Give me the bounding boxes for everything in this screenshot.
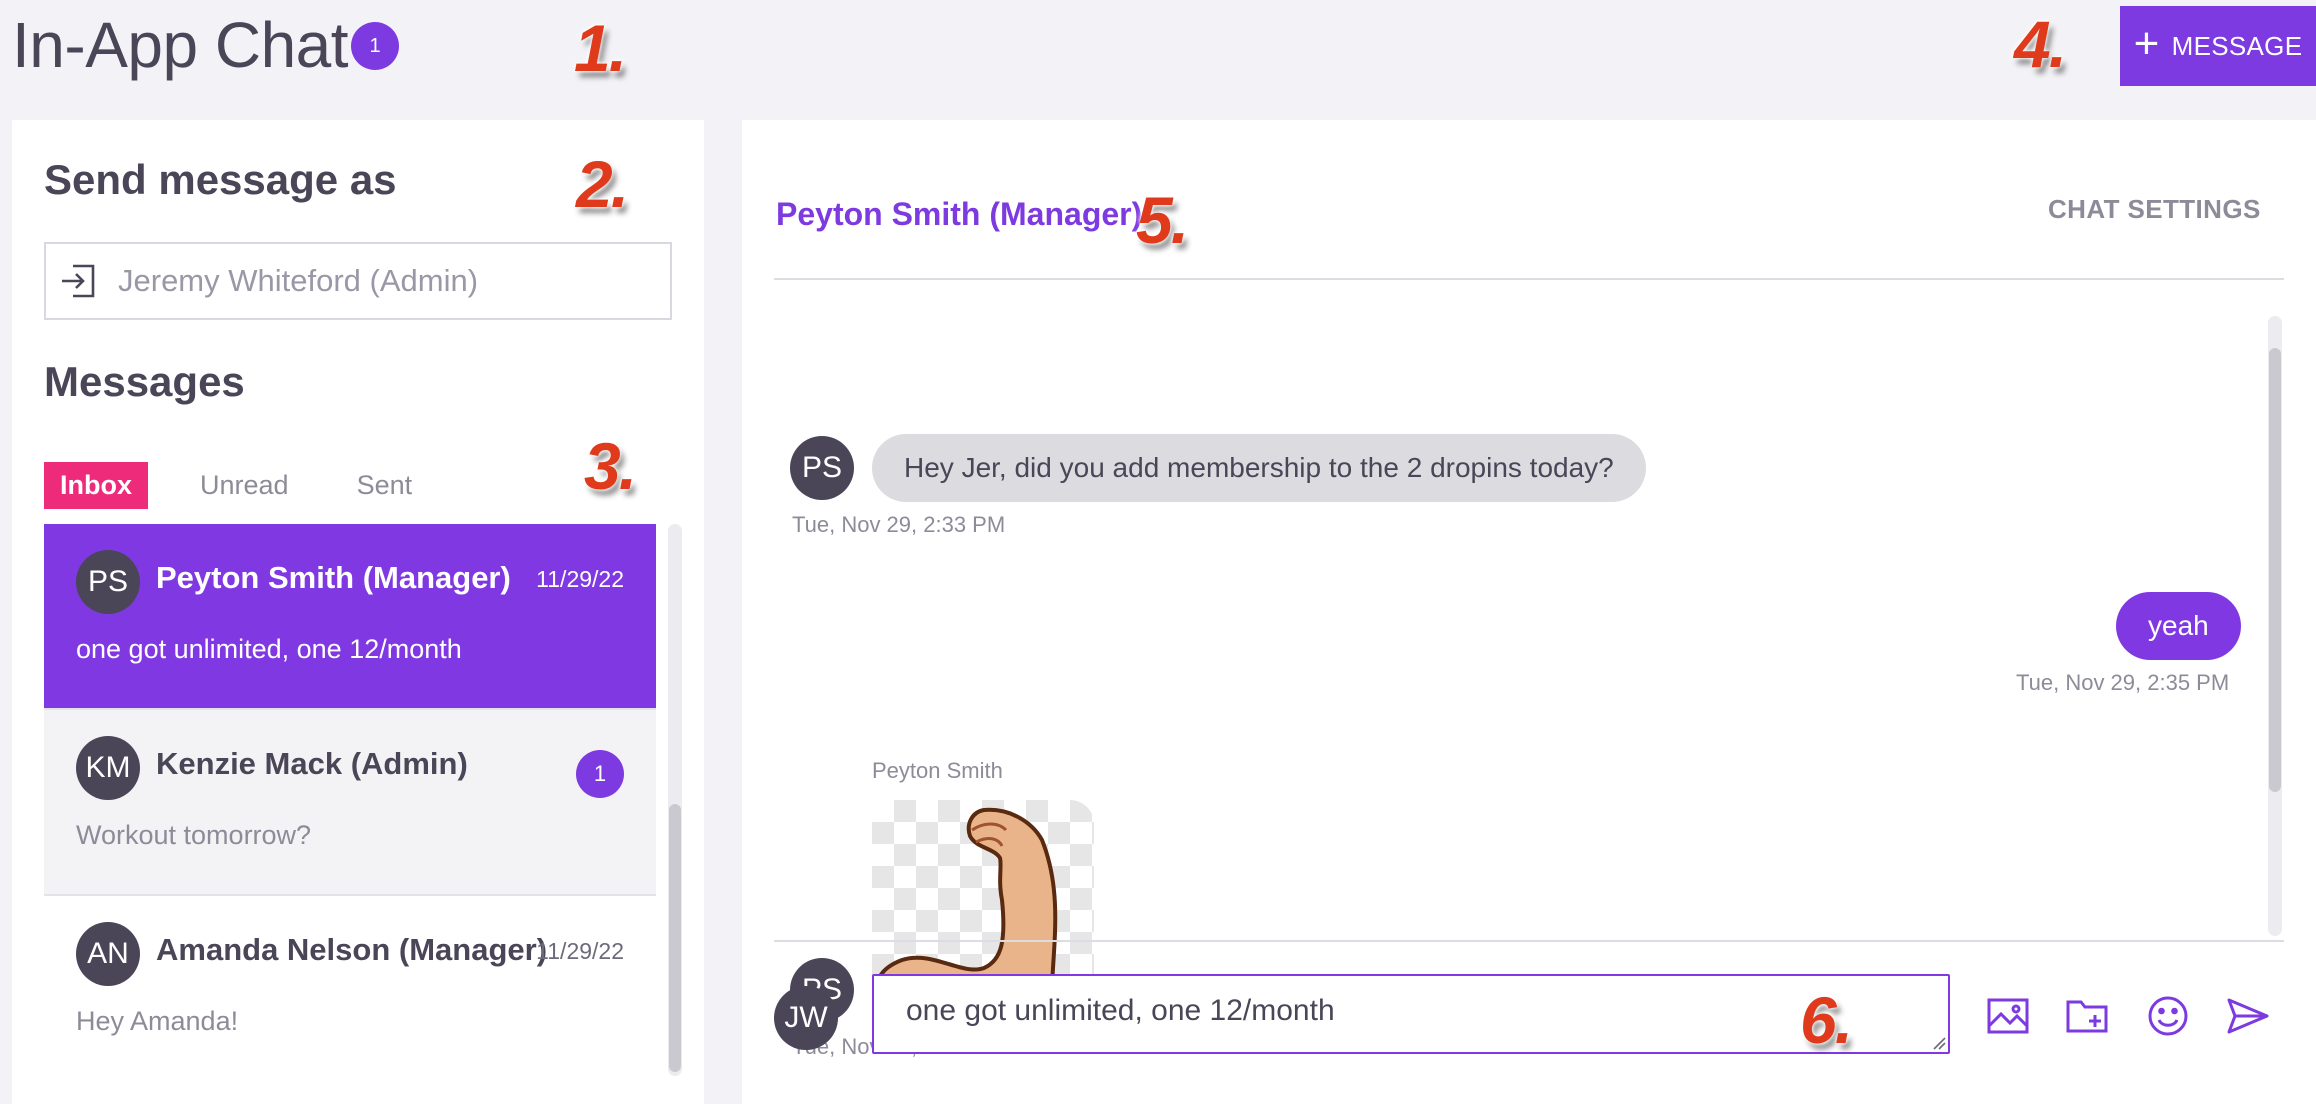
avatar: AN (76, 922, 140, 986)
conversation-date: 11/29/22 (536, 566, 624, 592)
scrollbar-thumb[interactable] (669, 804, 681, 1072)
send-as-value: Jeremy Whiteford (Admin) (118, 263, 479, 298)
tab-unread[interactable]: Unread (184, 462, 305, 509)
message-bubble: yeah (2116, 592, 2241, 660)
annotation-marker: 1. (574, 11, 627, 85)
avatar: PS (76, 550, 140, 614)
scrollbar-thumb[interactable] (2269, 348, 2281, 792)
new-message-label: MESSAGE (2171, 30, 2303, 61)
send-as-heading: Send message as (44, 156, 397, 203)
avatar: JW (774, 986, 838, 1050)
message-thread: PS Hey Jer, did you add membership to th… (774, 280, 2284, 1060)
send-as-selector[interactable]: Jeremy Whiteford (Admin) (44, 242, 672, 320)
notification-badge: 1 (351, 22, 399, 70)
chat-contact-name[interactable]: Peyton Smith (Manager) (776, 196, 1142, 233)
message-timestamp: Tue, Nov 29, 2:33 PM (792, 512, 1006, 537)
folder-add-icon[interactable] (2064, 992, 2112, 1040)
page-title: In-App Chat (12, 9, 349, 81)
divider (774, 940, 2284, 942)
new-message-button[interactable]: + MESSAGE (2120, 6, 2316, 86)
conversation-date: 11/29/22 (536, 938, 624, 964)
resize-grip-icon[interactable] (1932, 1036, 1946, 1050)
conversation-preview: Workout tomorrow? (76, 820, 312, 850)
conversation-preview: one got unlimited, one 12/month (76, 634, 462, 664)
conversation-list: PS Peyton Smith (Manager) 11/29/22 one g… (44, 524, 656, 1076)
conversation-name: Kenzie Mack (Admin) (156, 746, 468, 781)
avatar: PS (790, 436, 854, 500)
tab-inbox[interactable]: Inbox (44, 462, 148, 509)
conversation-item[interactable]: AN Amanda Nelson (Manager) 11/29/22 Hey … (44, 896, 656, 1076)
send-icon[interactable] (2224, 992, 2272, 1040)
chat-settings-button[interactable]: CHAT SETTINGS (2048, 194, 2261, 225)
annotation-marker: 2. (576, 147, 629, 221)
conversation-item[interactable]: KM Kenzie Mack (Admin) 1 Workout tomorro… (44, 710, 656, 896)
annotation-marker: 4. (2014, 7, 2067, 81)
annotation-marker: 5. (1136, 183, 1189, 257)
tab-sent[interactable]: Sent (341, 462, 429, 509)
chat-panel: Peyton Smith (Manager) CHAT SETTINGS PS … (742, 120, 2316, 1104)
messages-heading: Messages (44, 358, 245, 405)
message-timestamp: Tue, Nov 29, 2:35 PM (2016, 670, 2230, 695)
message-input[interactable] (872, 974, 1950, 1054)
annotation-marker: 3. (584, 429, 637, 503)
sign-in-icon (46, 262, 110, 300)
sidebar-panel: Send message as Jeremy Whiteford (Admin)… (12, 120, 704, 1104)
sender-label: Peyton Smith (872, 758, 1003, 783)
emoji-icon[interactable] (2144, 992, 2192, 1040)
message-tabs: Inbox Unread Sent (44, 462, 464, 509)
unread-badge: 1 (576, 750, 624, 798)
avatar: KM (76, 736, 140, 800)
annotation-marker: 6. (1800, 983, 1853, 1057)
image-icon[interactable] (1984, 992, 2032, 1040)
thread-scrollbar[interactable] (2268, 316, 2282, 936)
conversation-name: Peyton Smith (Manager) (156, 560, 511, 595)
conversation-item[interactable]: PS Peyton Smith (Manager) 11/29/22 one g… (44, 524, 656, 710)
message-bubble: Hey Jer, did you add membership to the 2… (872, 434, 1646, 502)
conversation-name: Amanda Nelson (Manager) (156, 932, 548, 967)
conversation-preview: Hey Amanda! (76, 1006, 239, 1036)
conversation-scrollbar[interactable] (668, 524, 682, 1076)
plus-icon: + (2133, 19, 2160, 68)
